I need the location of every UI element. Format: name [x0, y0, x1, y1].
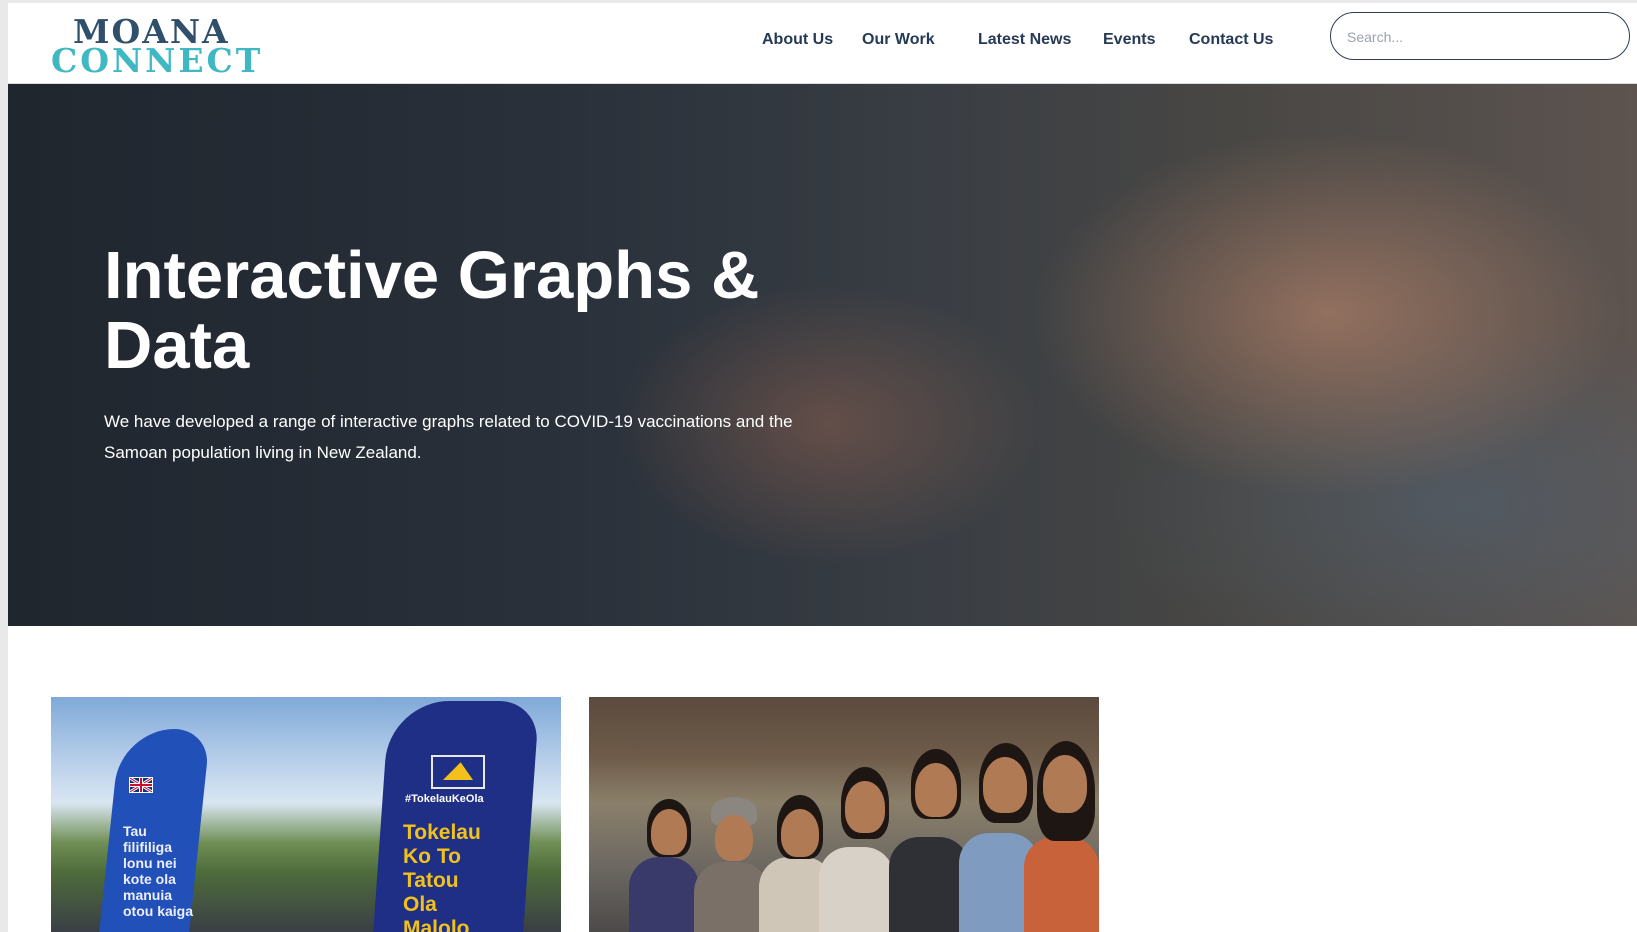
person-face	[1043, 755, 1087, 813]
search-box	[1330, 12, 1630, 60]
card-vaccination-event[interactable]: Tau filifiliga lonu nei kote ola manuia …	[51, 697, 561, 932]
person-body	[694, 862, 769, 932]
nav-about-us[interactable]: About Us	[762, 27, 833, 53]
person-face	[845, 781, 885, 833]
person-body	[889, 837, 969, 932]
site-header: MOANA CONNECT About Us Our Work Latest N…	[8, 3, 1637, 84]
nav-events[interactable]: Events	[1103, 27, 1155, 53]
banner-right-text: Tokelau Ko To Tatou Ola Malolo	[403, 821, 481, 932]
person-face	[781, 809, 819, 857]
hero-banner: Interactive Graphs & Data We have develo…	[8, 84, 1637, 626]
person-face	[915, 763, 957, 817]
nav-latest-news[interactable]: Latest News	[978, 27, 1071, 53]
hero-title: Interactive Graphs & Data	[104, 238, 760, 383]
union-jack-icon	[129, 777, 153, 793]
group-photo-image	[619, 737, 1099, 932]
person-face	[651, 809, 687, 855]
canoe-sail-icon	[431, 755, 485, 789]
logo-line-2: CONNECT	[51, 41, 264, 80]
person-face	[983, 757, 1027, 813]
hero-subtitle: We have developed a range of interactive…	[104, 412, 793, 462]
person-body	[1024, 837, 1099, 932]
nav-contact-us[interactable]: Contact Us	[1189, 27, 1273, 53]
banner-hashtag: #TokelauKeOla	[405, 793, 484, 805]
nav-our-work[interactable]: Our Work	[862, 27, 935, 53]
banner-left-text: Tau filifiliga lonu nei kote ola manuia …	[123, 823, 194, 919]
person-body	[819, 847, 894, 932]
card-group-photo[interactable]	[589, 697, 1099, 932]
person-body	[629, 857, 699, 932]
search-input[interactable]	[1345, 23, 1619, 51]
page: MOANA CONNECT About Us Our Work Latest N…	[8, 3, 1637, 932]
person-face	[715, 815, 753, 861]
site-logo[interactable]: MOANA CONNECT	[51, 14, 260, 79]
